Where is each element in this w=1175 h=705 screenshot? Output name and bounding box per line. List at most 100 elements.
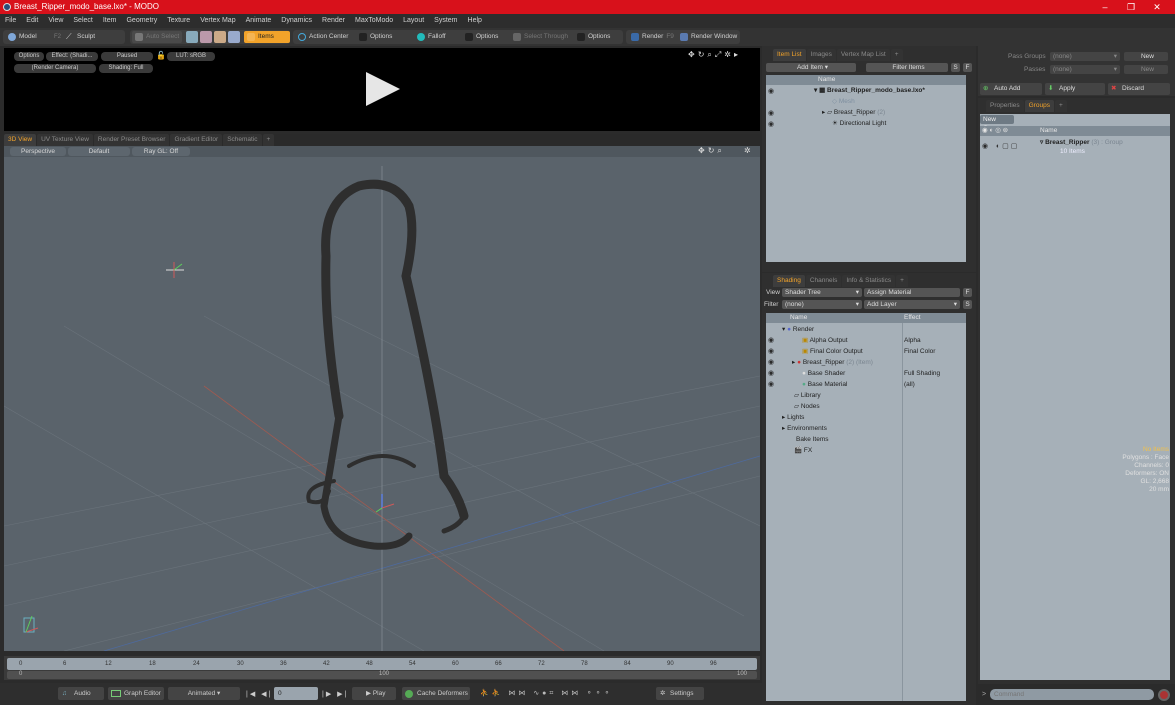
action-center-options-button[interactable]: Options — [356, 31, 406, 43]
tab-info-statistics[interactable]: Info & Statistics — [842, 275, 896, 287]
shading-dropdown[interactable]: Shading: Full — [99, 64, 153, 73]
add-layer-dropdown[interactable]: Add Layer ▾ — [864, 300, 960, 309]
effect-full-shading[interactable]: Full Shading — [904, 368, 940, 379]
tree-item-mesh[interactable]: ◇ Mesh — [832, 96, 855, 107]
shading-f-button[interactable]: F — [963, 288, 972, 297]
audio-button[interactable]: ♫ Audio — [58, 687, 104, 700]
tree-item-directional-light[interactable]: ☀ Directional Light — [832, 118, 886, 129]
tab-render-preset-browser[interactable]: Render Preset Browser — [93, 134, 170, 146]
menu-animate[interactable]: Animate — [241, 14, 277, 28]
action-center-button[interactable]: Action Center — [295, 31, 351, 43]
viewport-nav-icons[interactable]: ✥↻⌕ — [698, 146, 725, 156]
sculpt-button[interactable]: ⟋ Sculpt — [63, 31, 111, 43]
menu-system[interactable]: System — [429, 14, 462, 28]
model-button[interactable]: Model — [5, 31, 49, 43]
menu-edit[interactable]: Edit — [21, 14, 43, 28]
menu-select[interactable]: Select — [68, 14, 97, 28]
pass-groups-dropdown[interactable]: (none) ▾ — [1050, 52, 1120, 61]
settings-button[interactable]: ✲ Settings — [656, 687, 704, 700]
menu-view[interactable]: View — [43, 14, 68, 28]
menu-dynamics[interactable]: Dynamics — [276, 14, 317, 28]
tab-uv-texture-view[interactable]: UV Texture View — [37, 134, 93, 146]
raygl-dropdown[interactable]: Ray GL: Off — [132, 147, 190, 156]
render-button[interactable]: Render F9 — [628, 31, 674, 43]
lock-icon[interactable]: 🔓 — [156, 51, 166, 60]
group-row-toggles[interactable]: ◐ ▢ ▢ — [996, 142, 1017, 150]
preview-options-button[interactable]: Options — [14, 52, 44, 61]
shader-row-lights[interactable]: ▸ Lights — [782, 412, 804, 423]
visibility-eye-icon[interactable]: ◉ — [768, 336, 774, 344]
play-button[interactable]: ▶ Play — [352, 687, 396, 700]
falloff-button[interactable]: Falloff — [414, 31, 456, 43]
view-dropdown[interactable]: Shader Tree ▾ — [782, 288, 862, 297]
shading-s-button[interactable]: S — [963, 300, 972, 309]
visibility-eye-icon[interactable]: ◉ — [768, 87, 774, 95]
shader-row-environments[interactable]: ▸ Environments — [782, 423, 827, 434]
maximize-button[interactable]: ❐ — [1118, 0, 1144, 14]
graph-editor-button[interactable]: Graph Editor — [108, 687, 164, 700]
menu-render[interactable]: Render — [317, 14, 350, 28]
tab-gradient-editor[interactable]: Gradient Editor — [170, 134, 223, 146]
visibility-eye-icon[interactable]: ◉ — [768, 109, 774, 117]
timeline-range-bar[interactable]: 0 100 100 — [7, 671, 757, 679]
render-preview[interactable]: Options Effect: (Shadi... Paused 🔓 LUT: … — [4, 48, 760, 131]
add-tab-button[interactable]: + — [890, 49, 903, 61]
command-input[interactable] — [990, 689, 1154, 700]
visibility-eye-icon[interactable]: ◉ — [982, 142, 988, 150]
shader-row-alpha-output[interactable]: ▣ Alpha Output — [802, 335, 848, 346]
close-button[interactable]: ✕ — [1144, 0, 1170, 14]
new-pass-group-button[interactable]: New — [1124, 52, 1168, 61]
cache-deformers-button[interactable]: Cache Deformers — [402, 687, 470, 700]
menu-maxtomodo[interactable]: MaxToModo — [350, 14, 398, 28]
prev-key-icons[interactable]: |◀ ◀| — [246, 690, 272, 698]
menu-vertex-map[interactable]: Vertex Map — [195, 14, 240, 28]
effect-dropdown[interactable]: Effect: (Shadi... — [46, 52, 98, 61]
tab-images[interactable]: Images — [806, 49, 836, 61]
minimize-button[interactable]: – — [1092, 0, 1118, 14]
tab-vertex-map-list[interactable]: Vertex Map List — [836, 49, 890, 61]
menu-item[interactable]: Item — [98, 14, 122, 28]
filter-items-input[interactable]: Filter Items — [866, 63, 948, 72]
tab-properties[interactable]: Properties — [986, 100, 1024, 112]
tab-3d-view[interactable]: 3D View — [4, 134, 37, 146]
auto-select-button[interactable]: Auto Select — [132, 31, 182, 43]
next-key-icons[interactable]: |▶ ▶| — [322, 690, 348, 698]
command-record-icon[interactable] — [1158, 689, 1170, 701]
shader-row-breast-ripper[interactable]: ▸ ● Breast_Ripper (2) (Item) — [792, 357, 873, 368]
shader-row-fx[interactable]: 🎬 FX — [794, 445, 812, 456]
filter-dropdown[interactable]: (none) ▾ — [782, 300, 862, 309]
tab-groups[interactable]: Groups — [1024, 100, 1054, 112]
select-materials-button[interactable] — [228, 31, 240, 43]
select-edges-button[interactable] — [200, 31, 212, 43]
effect-final-color[interactable]: Final Color — [904, 346, 935, 357]
menu-geometry[interactable]: Geometry — [121, 14, 162, 28]
tab-item-list[interactable]: Item List — [773, 49, 806, 61]
items-button[interactable]: Items — [244, 31, 290, 43]
effect-all[interactable]: (all) — [904, 379, 915, 390]
paused-button[interactable]: Paused — [101, 52, 153, 61]
effect-alpha[interactable]: Alpha — [904, 335, 921, 346]
item-list-s-button[interactable]: S — [951, 63, 960, 72]
tab-shading[interactable]: Shading — [773, 275, 805, 287]
apply-button[interactable]: ⬇ Apply — [1045, 83, 1105, 95]
preview-nav-icons[interactable]: ✥↻⌕⤢✲▸ — [688, 50, 741, 60]
animated-dropdown[interactable]: Animated ▾ — [168, 687, 240, 700]
visibility-eye-icon[interactable]: ◉ — [768, 120, 774, 128]
visibility-eye-icon[interactable]: ◉ — [768, 347, 774, 355]
add-tab-button[interactable]: + — [896, 275, 908, 287]
menu-help[interactable]: Help — [463, 14, 487, 28]
shader-row-render[interactable]: ▾ ● Render — [782, 324, 814, 335]
select-vertices-button[interactable] — [186, 31, 198, 43]
assign-material-button[interactable]: Assign Material — [864, 288, 960, 297]
3d-viewport[interactable] — [4, 146, 760, 651]
tab-channels[interactable]: Channels — [805, 275, 842, 287]
perspective-dropdown[interactable]: Perspective — [10, 147, 66, 156]
menu-file[interactable]: File — [0, 14, 21, 28]
shader-row-nodes[interactable]: ▱ Nodes — [794, 401, 820, 412]
viewport-settings-icon[interactable]: ✲ — [744, 146, 751, 155]
keyframe-tool-icons[interactable]: ⛹⛹ ⋈⋈ ∿●⌗ ⋈⋈ ⚬⚬⚬ — [480, 689, 613, 698]
play-icon[interactable] — [366, 72, 400, 106]
shader-row-bake-items[interactable]: Bake Items — [796, 434, 829, 445]
new-group-button[interactable]: New Group — [980, 115, 1014, 132]
render-window-button[interactable]: Render Window — [677, 31, 739, 43]
